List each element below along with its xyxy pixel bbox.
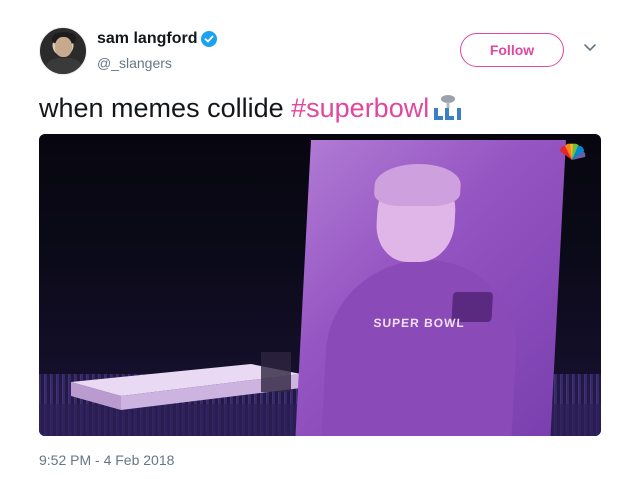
display-name[interactable]: sam langford (97, 30, 197, 48)
avatar-face (55, 37, 72, 57)
superbowl-lii-logo-icon (434, 95, 462, 120)
verified-badge-icon (201, 31, 218, 47)
tweet-timestamp[interactable]: 9:52 PM - 4 Feb 2018 (39, 452, 174, 468)
avatar[interactable] (39, 27, 87, 75)
author-handle[interactable]: @_slangers (97, 55, 172, 71)
nbc-peacock-icon (559, 143, 586, 160)
follow-button[interactable]: Follow (460, 33, 564, 67)
stadium-screen-image: SUPER BOWL (295, 140, 566, 436)
tweet-text-body: when memes collide (39, 93, 292, 123)
hoodie-shape (321, 260, 521, 436)
author-name-row[interactable]: sam langford (97, 30, 218, 48)
white-piano-image (71, 352, 301, 410)
hair-shape (373, 164, 462, 206)
hashtag-link[interactable]: #superbowl (291, 93, 429, 123)
checkmark-icon (205, 35, 214, 43)
tweet-text: when memes collide #superbowl (39, 92, 465, 124)
chevron-down-icon[interactable] (583, 43, 597, 53)
avatar-body (46, 58, 82, 74)
tweet-media[interactable]: SUPER BOWL (39, 134, 601, 436)
hoodie-caption: SUPER BOWL (373, 316, 466, 330)
